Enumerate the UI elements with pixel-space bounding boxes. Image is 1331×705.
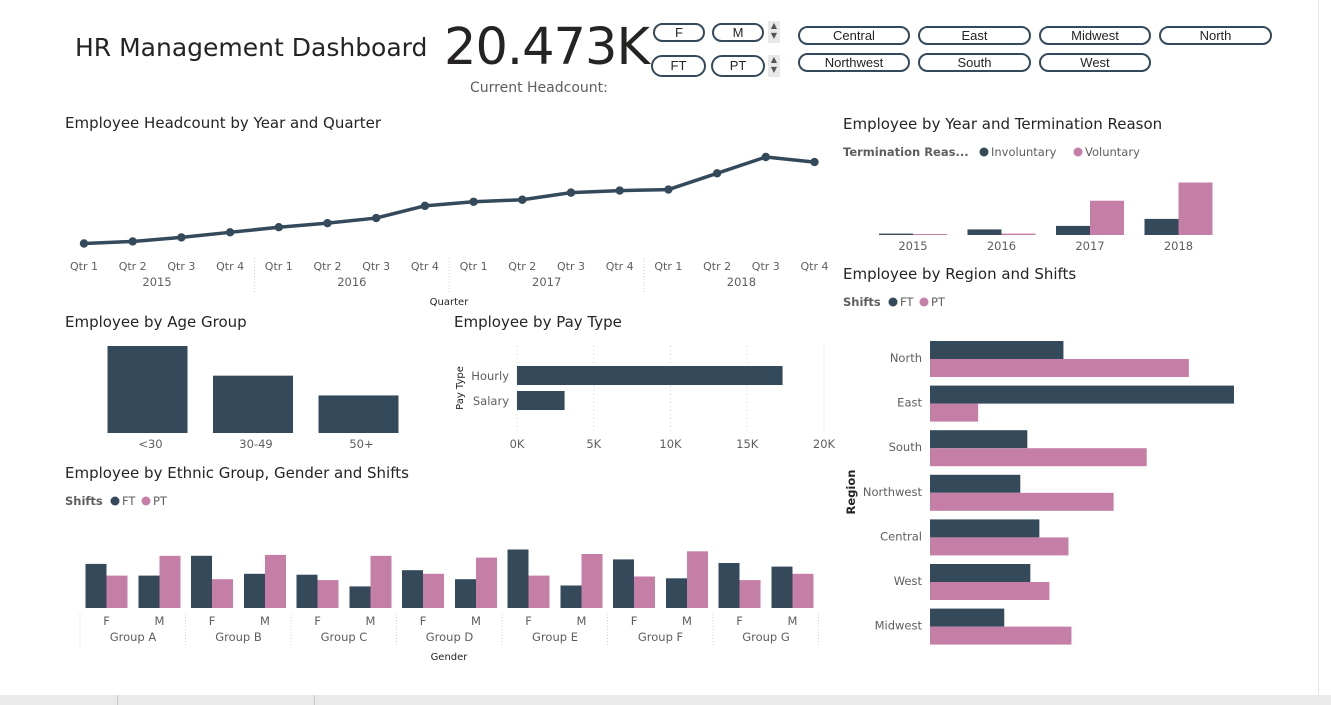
bar-pt xyxy=(930,403,979,422)
y-tick-label: Central xyxy=(880,529,922,543)
y-tick-label: West xyxy=(894,574,923,588)
legend-title: Shifts xyxy=(843,295,881,309)
legend-item-label: PT xyxy=(931,295,946,309)
y-tick-label: East xyxy=(897,396,922,410)
y-tick-label: Midwest xyxy=(875,619,923,633)
y-tick-label: South xyxy=(889,440,922,454)
region-shift-chart: Shifts FT PT North East South Northwest Central… xyxy=(843,295,1234,645)
bar-ft xyxy=(930,430,1028,449)
page-tab-bar xyxy=(0,695,1331,705)
y-tick-label: North xyxy=(890,351,922,365)
tab-divider xyxy=(314,695,315,705)
bar-pt xyxy=(930,582,1050,600)
canvas-border xyxy=(1318,0,1319,695)
bar-pt xyxy=(930,626,1072,645)
bar-ft xyxy=(930,385,1234,404)
legend-item-label: FT xyxy=(900,295,914,309)
legend-marker xyxy=(888,297,898,307)
bar-ft xyxy=(930,608,1005,627)
bar-pt xyxy=(930,448,1147,467)
bar-ft xyxy=(930,474,1021,493)
bar-pt xyxy=(930,537,1069,556)
bar-ft xyxy=(930,519,1040,538)
bar-ft xyxy=(930,341,1064,359)
bar-pt xyxy=(930,359,1189,377)
legend-marker xyxy=(919,297,929,307)
tab-divider xyxy=(117,695,118,705)
y-tick-label: Northwest xyxy=(863,485,923,499)
bar-ft xyxy=(930,564,1031,582)
bar-pt xyxy=(930,492,1114,511)
y-axis-title: Region xyxy=(844,470,858,515)
